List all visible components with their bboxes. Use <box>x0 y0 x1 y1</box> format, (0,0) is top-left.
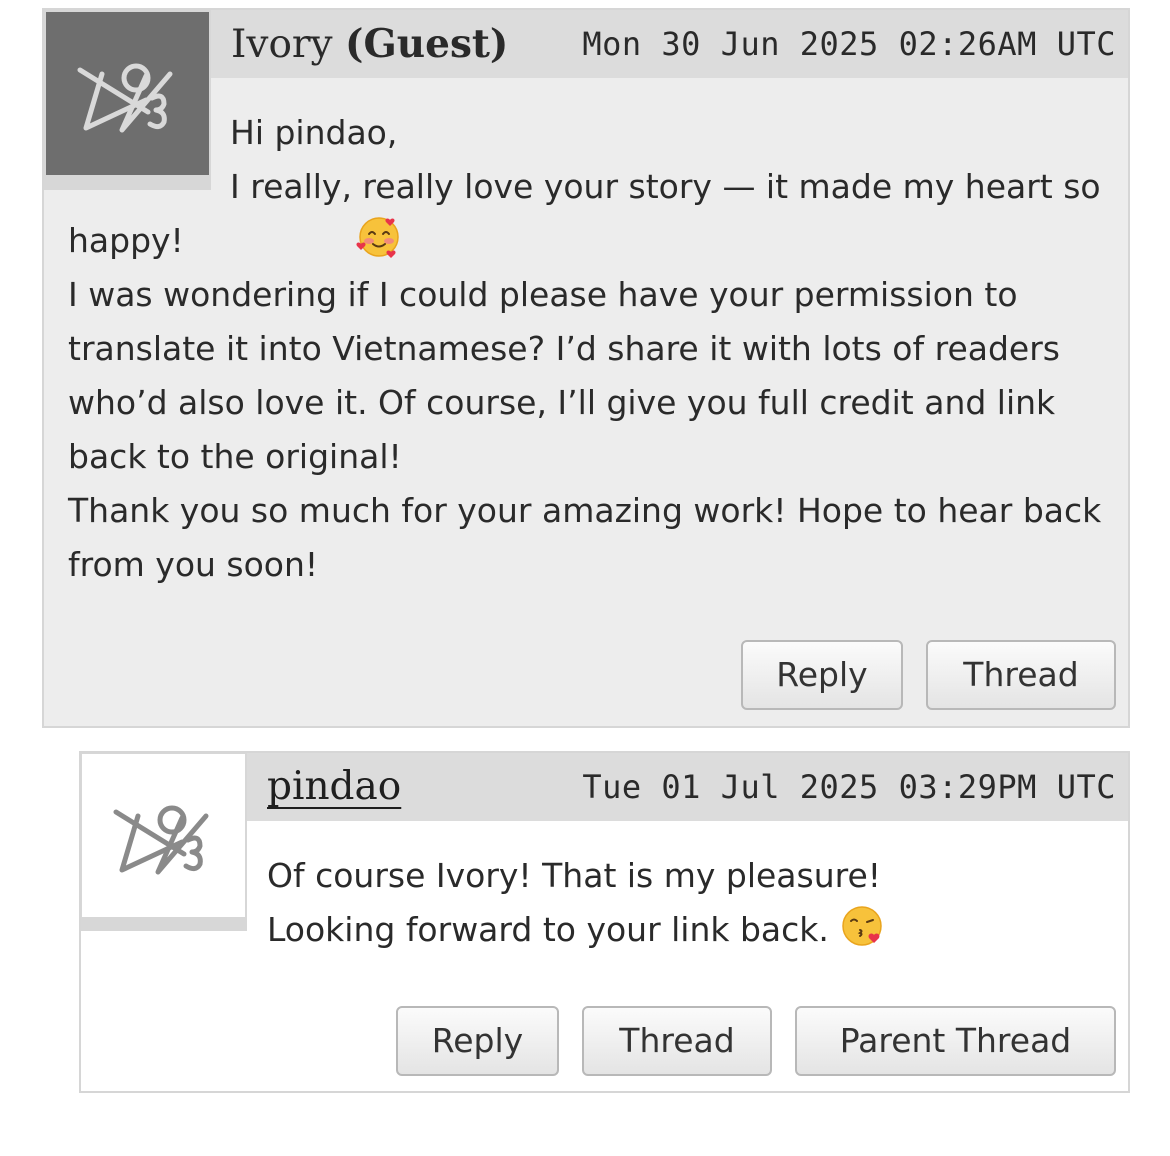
comment-author: pindao <box>267 759 401 815</box>
face-blowing-kiss-emoji <box>839 903 885 949</box>
comment-body: Hi pindao, I really, really love your sto… <box>68 106 1104 592</box>
comment-pindao: pindao Tue 01 Jul 2025 03:29PM UTC Of co… <box>79 751 1130 1093</box>
default-avatar-icon <box>82 754 245 917</box>
guest-badge: (Guest) <box>345 21 509 67</box>
author-name: Ivory <box>231 22 333 67</box>
comment-actions: Reply Thread Parent Thread <box>396 1006 1116 1076</box>
thread-button[interactable]: Thread <box>582 1006 772 1076</box>
comment-header: pindao Tue 01 Jul 2025 03:29PM UTC <box>247 753 1128 821</box>
comment-line: Thank you so much for your amazing work!… <box>68 491 1112 584</box>
comment-line: Of course Ivory! That is my pleasure! <box>267 856 882 895</box>
comment-timestamp: Tue 01 Jul 2025 03:29PM UTC <box>582 768 1116 806</box>
comment-timestamp: Mon 30 Jun 2025 02:26AM UTC <box>582 25 1116 63</box>
thread-button[interactable]: Thread <box>926 640 1116 710</box>
comment-header: Ivory (Guest) Mon 30 Jun 2025 02:26AM UT… <box>211 10 1128 78</box>
smiling-face-with-hearts-emoji <box>194 214 400 260</box>
comment-ivory: Ivory (Guest) Mon 30 Jun 2025 02:26AM UT… <box>42 8 1130 728</box>
author-link[interactable]: pindao <box>267 764 401 809</box>
reply-button[interactable]: Reply <box>741 640 903 710</box>
comment-actions: Reply Thread <box>741 640 1116 710</box>
avatar-frame <box>81 753 247 931</box>
comment-line: I was wondering if I could please have y… <box>68 275 1071 476</box>
reply-button[interactable]: Reply <box>396 1006 559 1076</box>
comment-body: Of course Ivory! That is my pleasure! Lo… <box>267 849 1104 957</box>
comment-line: Hi pindao, <box>230 113 398 152</box>
parent-thread-button[interactable]: Parent Thread <box>795 1006 1116 1076</box>
comment-author: Ivory (Guest) <box>231 16 508 73</box>
comment-line: I really, really love your story — it ma… <box>68 160 1104 268</box>
comment-line: Looking forward to your link back. <box>267 910 829 949</box>
